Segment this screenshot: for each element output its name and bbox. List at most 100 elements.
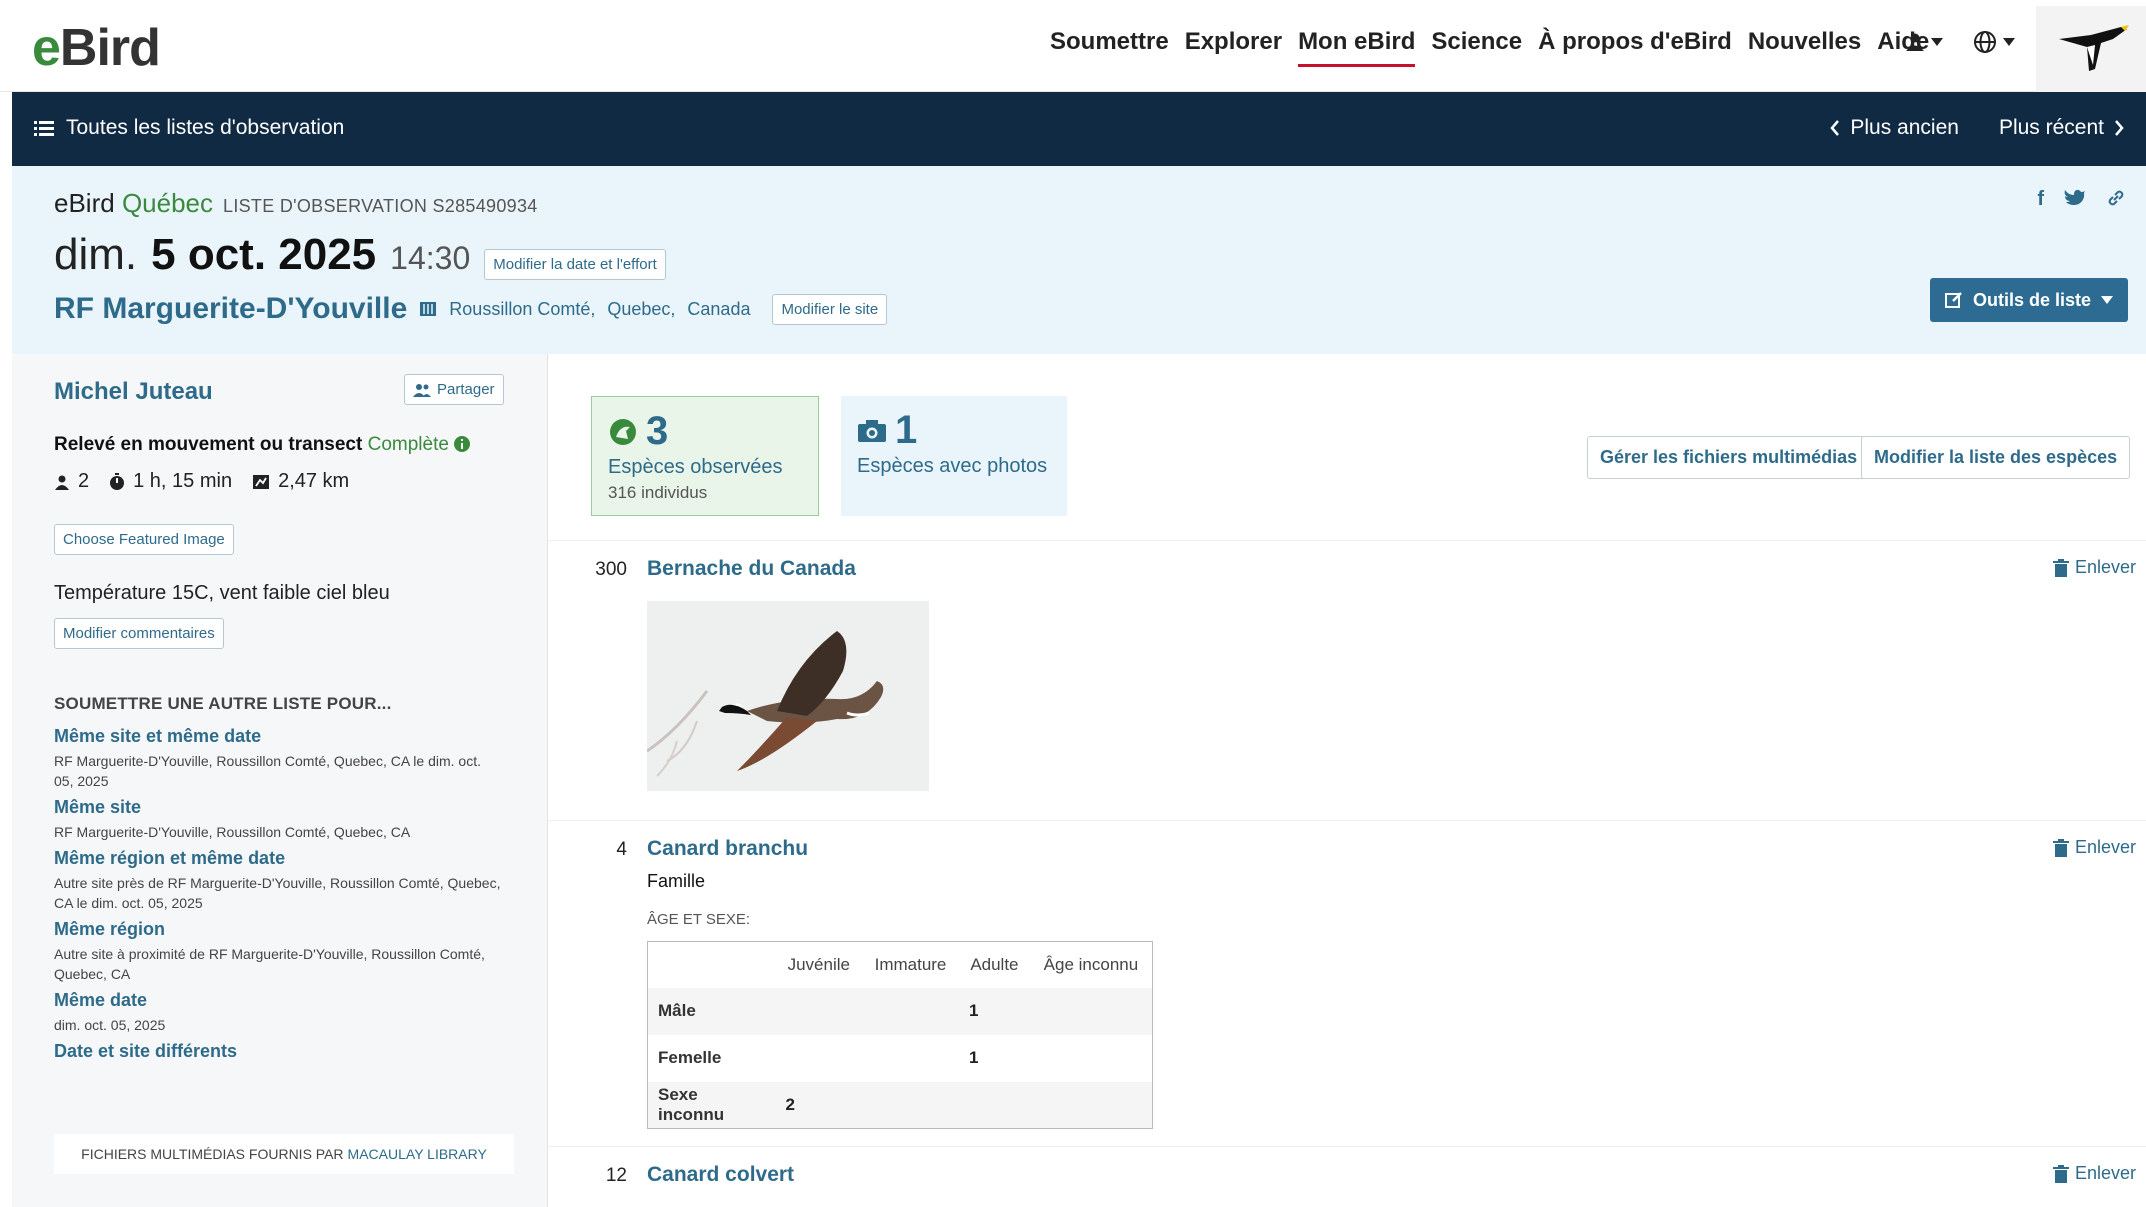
- cell-value: [1030, 1035, 1153, 1082]
- location-county[interactable]: Roussillon Comté,: [449, 299, 595, 320]
- macaulay-credit: FICHIERS MULTIMÉDIAS FOURNIS PAR MACAULA…: [54, 1134, 514, 1174]
- checklist-time: 14:30: [390, 240, 471, 276]
- species-name[interactable]: Canard branchu: [647, 837, 808, 861]
- top-navigation: eBird Soumettre Explorer Mon eBird Scien…: [0, 0, 2146, 92]
- remove-button[interactable]: Enlever: [2052, 1163, 2136, 1184]
- cell-value: [862, 1035, 959, 1082]
- same-date-link[interactable]: Même date: [54, 990, 504, 1011]
- edit-site-button[interactable]: Modifier le site: [772, 293, 888, 325]
- modify-species-list-button[interactable]: Modifier la liste des espèces: [1861, 436, 2131, 479]
- remove-button[interactable]: Enlever: [2052, 837, 2136, 858]
- different-date-site-link[interactable]: Date et site différents: [54, 1041, 504, 1062]
- cell-value: [862, 988, 959, 1035]
- age-sex-row: Femelle 1: [648, 1035, 1153, 1082]
- bird-silhouette-icon: [610, 418, 636, 445]
- edit-date-button[interactable]: Modifier la date et l'effort: [484, 249, 666, 280]
- nav-soumettre[interactable]: Soumettre: [1050, 28, 1169, 67]
- same-region-link[interactable]: Même région: [54, 919, 504, 940]
- submit-option: Même région Autre site à proximité de RF…: [54, 919, 504, 984]
- submit-option-desc: Autre site à proximité de RF Marguerite-…: [54, 946, 485, 982]
- checklist-sidebar: Michel Juteau Partager Relevé en mouveme…: [12, 354, 548, 1207]
- globe-icon: [1974, 31, 1996, 53]
- manage-media-button[interactable]: Gérer les fichiers multimédias: [1587, 436, 1871, 479]
- remove-label: Enlever: [2074, 557, 2136, 577]
- cell-value: 2: [785, 1094, 795, 1114]
- newer-label: Plus récent: [1998, 116, 2104, 139]
- share-label: Partager: [437, 381, 495, 398]
- link-icon[interactable]: [2106, 188, 2126, 208]
- caret-down-icon: [2003, 38, 2015, 46]
- column-header: Adulte: [970, 954, 1019, 974]
- portal-line: eBird Québec LISTE D'OBSERVATION S285490…: [54, 188, 538, 219]
- age-sex-label: ÂGE ET SEXE:: [647, 911, 751, 928]
- info-icon[interactable]: [454, 436, 471, 452]
- caret-down-icon: [1931, 38, 1943, 46]
- same-site-same-date-link[interactable]: Même site et même date: [54, 726, 504, 747]
- share-button[interactable]: Partager: [404, 374, 504, 405]
- nav-a-propos[interactable]: À propos d'eBird: [1538, 28, 1732, 67]
- trash-icon: [2052, 1164, 2069, 1183]
- choose-featured-image-button[interactable]: Choose Featured Image: [54, 524, 234, 555]
- column-header: Âge inconnu: [1043, 954, 1139, 974]
- species-count: 3: [646, 409, 669, 453]
- observation-count: 4: [616, 839, 627, 860]
- checklist-tools-label: Outils de liste: [1972, 289, 2092, 310]
- newer-link[interactable]: Plus récent: [1999, 116, 2124, 140]
- checklist-tools-button[interactable]: Outils de liste: [1930, 278, 2128, 322]
- row-label: Sexe inconnu: [658, 1084, 725, 1124]
- observers-stat: 2: [54, 470, 89, 493]
- map-icon[interactable]: [419, 300, 437, 318]
- nav-icons: [1905, 30, 2015, 54]
- column-header: Juvénile: [787, 954, 850, 974]
- submit-option: Date et site différents: [54, 1041, 504, 1062]
- ebird-logo[interactable]: eBird: [32, 18, 161, 78]
- portal-name[interactable]: eBird Québec: [54, 188, 213, 219]
- map-distance-icon: [253, 474, 270, 489]
- all-checklists-link[interactable]: Toutes les listes d'observation: [34, 116, 344, 140]
- photo-label: Espèces avec photos: [857, 455, 1048, 477]
- cell-value: [776, 988, 863, 1035]
- nav-nouvelles[interactable]: Nouvelles: [1748, 28, 1861, 67]
- older-link[interactable]: Plus ancien: [1830, 116, 1959, 140]
- species-photo[interactable]: [647, 601, 929, 791]
- chevron-right-icon: [2115, 120, 2124, 136]
- checklist-nav-bar: Toutes les listes d'observation Plus anc…: [12, 92, 2146, 166]
- observation-row: 12 Canard colvert Enlever: [549, 1146, 2146, 1207]
- species-name[interactable]: Canard colvert: [647, 1163, 794, 1187]
- submit-option: Même site et même date RF Marguerite-D'Y…: [54, 726, 504, 791]
- nav-science[interactable]: Science: [1431, 28, 1522, 67]
- site-name[interactable]: RF Marguerite-D'Youville: [54, 292, 407, 326]
- observer-name[interactable]: Michel Juteau: [54, 378, 213, 406]
- people-icon: [413, 383, 431, 397]
- species-name[interactable]: Bernache du Canada: [647, 557, 856, 581]
- cell-value: [776, 1035, 863, 1082]
- camera-icon: [858, 419, 886, 442]
- cell-value: 1: [968, 1001, 979, 1020]
- language-menu[interactable]: [1973, 30, 2015, 54]
- same-region-same-date-link[interactable]: Même région et même date: [54, 848, 504, 869]
- trash-icon: [2052, 558, 2069, 577]
- individuals-count: 316 individus: [608, 483, 708, 502]
- same-site-link[interactable]: Même site: [54, 797, 504, 818]
- remove-button[interactable]: Enlever: [2052, 557, 2136, 578]
- nav-mon-ebird[interactable]: Mon eBird: [1298, 28, 1416, 67]
- region-bird-logo: [2036, 6, 2146, 92]
- twitter-icon[interactable]: [2064, 188, 2086, 208]
- complete-status: Complète: [367, 434, 449, 455]
- checklist-day: dim.: [54, 230, 138, 279]
- nav-explorer[interactable]: Explorer: [1185, 28, 1282, 67]
- edit-comments-button[interactable]: Modifier commentaires: [54, 618, 224, 649]
- location-country[interactable]: Canada: [687, 299, 750, 320]
- location-province[interactable]: Quebec,: [607, 299, 675, 320]
- species-with-photos-card: 1 Espèces avec photos: [841, 396, 1067, 516]
- account-menu[interactable]: [1905, 30, 1943, 54]
- distance-value: 2,47 km: [278, 470, 350, 492]
- caret-down-icon: [2101, 296, 2114, 304]
- macaulay-link[interactable]: MACAULAY LIBRARY: [348, 1146, 487, 1162]
- person-icon: [55, 475, 69, 490]
- column-header: Immature: [874, 954, 947, 974]
- distance-stat: 2,47 km: [252, 470, 349, 493]
- facebook-icon[interactable]: f: [2037, 188, 2044, 211]
- observation-row: 300 Bernache du Canada Enlever: [549, 540, 2146, 820]
- checklist-pager: Plus ancien Plus récent: [1830, 116, 2124, 140]
